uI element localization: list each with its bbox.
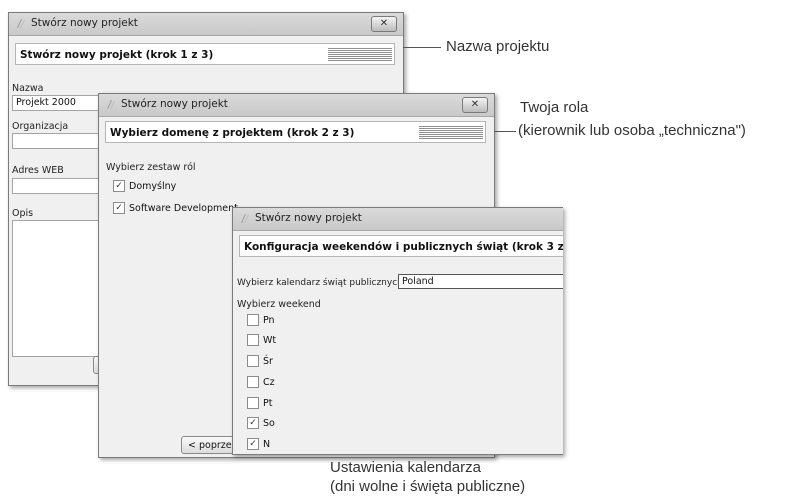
- step-header: Stwórz nowy projekt (krok 1 z 3): [15, 43, 395, 65]
- web-address-input[interactable]: [12, 178, 112, 194]
- weekend-day-pt[interactable]: Pt: [247, 396, 273, 411]
- day-label: Wt: [263, 335, 277, 346]
- role-label: Software Development: [129, 203, 238, 214]
- weekend-label: Wybierz weekend: [237, 299, 321, 310]
- annotation-role-subtitle: (kierownik lub osoba „techniczna"): [518, 122, 746, 139]
- checkbox-unchecked-icon[interactable]: [247, 375, 259, 388]
- weekend-day-wt[interactable]: Wt: [247, 333, 277, 348]
- checkbox-unchecked-icon[interactable]: [247, 354, 259, 367]
- window-titlebar[interactable]: Stwórz nowy projekt ✕: [9, 13, 403, 36]
- checkbox-checked-icon[interactable]: ✓: [113, 179, 125, 192]
- window-titlebar[interactable]: Stwórz nowy projekt: [233, 208, 563, 231]
- step-header: Wybierz domenę z projektem (krok 2 z 3): [105, 121, 486, 143]
- day-label: Pn: [263, 315, 275, 326]
- app-icon: [107, 100, 115, 109]
- role-label: Domyślny: [129, 181, 177, 192]
- window-title: Stwórz nowy projekt: [255, 212, 362, 224]
- roles-label: Wybierz zestaw ról: [106, 162, 196, 173]
- step-title: Stwórz nowy projekt (krok 1 z 3): [20, 49, 214, 61]
- wizard-window-step3: Stwórz nowy projekt Konfiguracja weekend…: [232, 207, 563, 455]
- close-button[interactable]: ✕: [371, 16, 397, 32]
- weekend-day-pn[interactable]: Pn: [247, 313, 275, 328]
- leader-line-project-name: [403, 47, 441, 48]
- close-button[interactable]: ✕: [462, 97, 488, 113]
- app-icon: [17, 19, 25, 28]
- annotation-project-name: Nazwa projektu: [446, 38, 550, 55]
- step-title: Wybierz domenę z projektem (krok 2 z 3): [110, 127, 355, 139]
- annotation-calendar-title: Ustawienia kalendarza: [330, 459, 481, 476]
- organization-label: Organizacja: [12, 121, 69, 132]
- organization-input[interactable]: [12, 133, 112, 149]
- header-stripes: [328, 47, 392, 61]
- window-title: Stwórz nowy projekt: [121, 98, 228, 110]
- description-label: Opis: [12, 208, 34, 219]
- checkbox-unchecked-icon[interactable]: [247, 313, 259, 326]
- day-label: Śr: [263, 356, 273, 367]
- annotation-calendar-subtitle: (dni wolne i święta publiczne): [330, 478, 526, 495]
- step-header: Konfiguracja weekendów i publicznych świ…: [239, 235, 563, 257]
- checkbox-checked-icon[interactable]: ✓: [247, 416, 259, 429]
- annotation-role-title: Twoja rola: [520, 99, 589, 116]
- name-label: Nazwa: [12, 83, 44, 94]
- checkbox-unchecked-icon[interactable]: [247, 396, 259, 409]
- weekend-day-n[interactable]: ✓ N: [247, 437, 271, 452]
- day-label: Cz: [263, 377, 275, 388]
- weekend-day-so[interactable]: ✓ So: [247, 416, 275, 431]
- checkbox-checked-icon[interactable]: ✓: [247, 437, 259, 450]
- day-label: N: [263, 439, 271, 450]
- day-label: So: [263, 418, 275, 429]
- step-title: Konfiguracja weekendów i publicznych świ…: [244, 241, 563, 253]
- weekend-day-sr[interactable]: Śr: [247, 354, 273, 369]
- description-textarea[interactable]: [12, 220, 112, 357]
- web-address-label: Adres WEB: [12, 165, 64, 176]
- role-option-software-development[interactable]: ✓ Software Development: [113, 201, 238, 216]
- checkbox-checked-icon[interactable]: ✓: [113, 201, 125, 214]
- app-icon: [241, 214, 249, 223]
- role-option-default[interactable]: ✓ Domyślny: [113, 179, 177, 194]
- window-title: Stwórz nowy projekt: [31, 17, 138, 29]
- public-holiday-calendar-select[interactable]: Poland: [398, 274, 563, 289]
- calendar-label: Wybierz kalendarz świąt publicznych: [237, 278, 403, 288]
- header-stripes: [419, 125, 483, 139]
- project-name-input[interactable]: Projekt 2000: [12, 95, 112, 111]
- leader-line-role: [494, 131, 516, 132]
- window-titlebar[interactable]: Stwórz nowy projekt ✕: [99, 94, 494, 117]
- checkbox-unchecked-icon[interactable]: [247, 333, 259, 346]
- weekend-day-cz[interactable]: Cz: [247, 375, 275, 390]
- day-label: Pt: [263, 398, 273, 409]
